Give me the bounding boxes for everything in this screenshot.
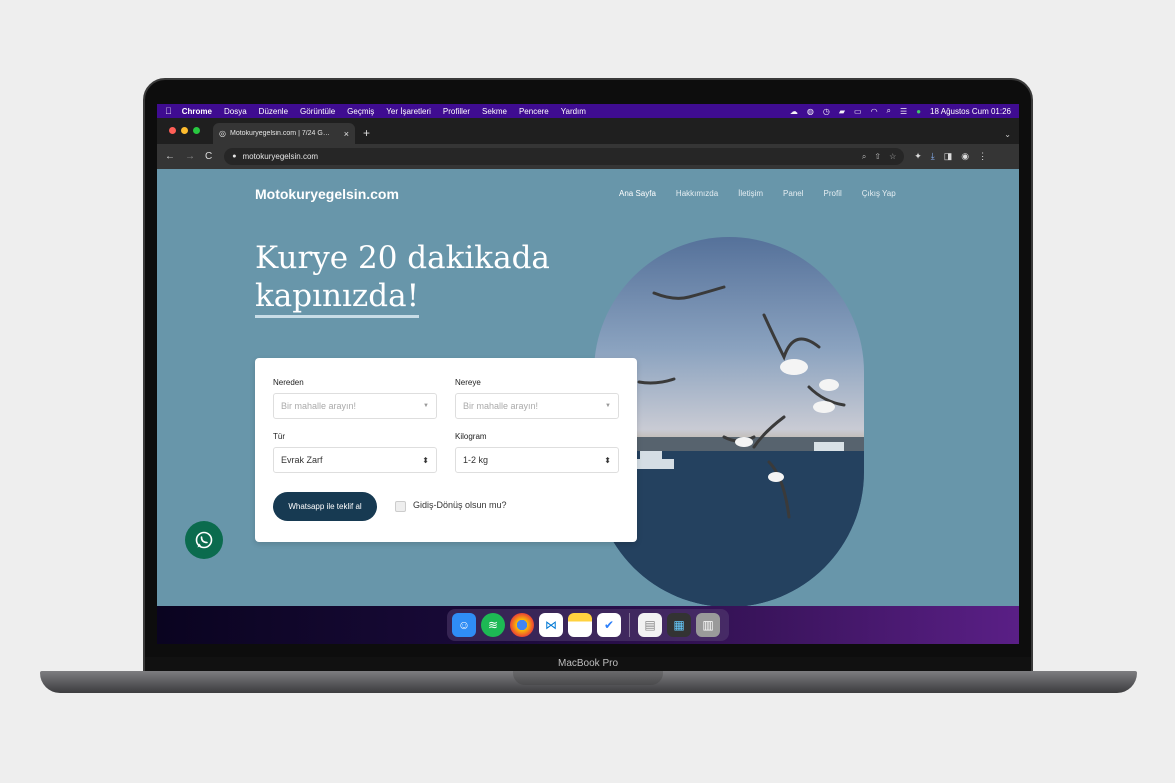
hero-heading: Kurye 20 dakikada kapınızda! — [255, 239, 550, 318]
reload-icon[interactable]: C — [205, 151, 212, 162]
vscode-icon[interactable]: ⋈ — [539, 613, 563, 637]
hero-line-2: kapınızda! — [255, 277, 420, 318]
menu-gecmis[interactable]: Geçmiş — [347, 107, 374, 116]
notes-icon[interactable] — [568, 613, 592, 637]
desktop-area: ☺ ≋ ⋈ ✔ ▤ ▦ ▥ — [157, 606, 1019, 644]
chrome-icon[interactable] — [510, 613, 534, 637]
site-nav: Ana Sayfa Hakkımızda İletişim Panel Prof… — [619, 189, 896, 198]
back-icon[interactable]: ← — [165, 151, 175, 162]
tasks-check-icon[interactable]: ✔ — [597, 613, 621, 637]
laptop-label: MacBook Pro — [557, 658, 619, 669]
menu-yardim[interactable]: Yardım — [561, 107, 586, 116]
menu-duzenle[interactable]: Düzenle — [259, 107, 288, 116]
close-tab-icon[interactable]: × — [344, 129, 349, 139]
window-controls — [169, 127, 200, 134]
nav-cikis-yap[interactable]: Çıkış Yap — [862, 189, 896, 198]
browser-toolbar: ← → C ● motokuryegelsin.com ⌕ ⇧ ☆ ✦ ⤓ ◨ … — [157, 144, 1019, 169]
screen:  Chrome Dosya Düzenle Görüntüle Geçmiş … — [157, 104, 1019, 644]
document-icon[interactable]: ▤ — [638, 613, 662, 637]
menu-chrome[interactable]: Chrome — [182, 107, 212, 116]
to-select[interactable]: Bir mahalle arayın! ▼ — [455, 393, 619, 419]
whatsapp-icon — [195, 531, 213, 549]
nav-panel[interactable]: Panel — [783, 189, 803, 198]
from-placeholder: Bir mahalle arayın! — [281, 401, 357, 411]
weight-label: Kilogram — [455, 432, 487, 441]
nav-iletisim[interactable]: İletişim — [738, 189, 763, 198]
roundtrip-checkbox[interactable] — [395, 501, 406, 512]
hero-line-1: Kurye 20 dakikada — [255, 240, 550, 276]
chevron-down-icon: ▼ — [605, 403, 611, 409]
nav-hakkimizda[interactable]: Hakkımızda — [676, 189, 718, 198]
share-icon[interactable]: ⇧ — [874, 152, 881, 162]
type-select[interactable]: Evrak Zarf ⬍ — [273, 447, 437, 473]
type-value: Evrak Zarf — [281, 455, 323, 465]
browser-tabstrip: ◎ Motokuryegelsin.com | 7/24 G… × + ⌄ — [157, 118, 1019, 144]
lock-icon[interactable]: ● — [232, 153, 236, 160]
spotify-icon[interactable]: ≋ — [481, 613, 505, 637]
menubar-datetime[interactable]: 18 Ağustos Cum 01:26 — [930, 107, 1011, 116]
browser-tab[interactable]: ◎ Motokuryegelsin.com | 7/24 G… × — [213, 123, 355, 144]
favicon-icon: ◎ — [219, 129, 226, 138]
site-brand[interactable]: Motokuryegelsin.com — [255, 186, 399, 202]
menu-profiller[interactable]: Profiller — [443, 107, 470, 116]
cloud-icon[interactable]: ☁ — [790, 107, 798, 116]
from-label: Nereden — [273, 378, 304, 387]
bookmark-star-icon[interactable]: ☆ — [889, 152, 896, 162]
side-panel-icon[interactable]: ◨ — [944, 151, 953, 162]
creative-cloud-icon[interactable]: ◍ — [807, 107, 814, 116]
menu-dosya[interactable]: Dosya — [224, 107, 247, 116]
dock-separator — [629, 613, 630, 637]
nav-profil[interactable]: Profil — [824, 189, 842, 198]
close-window-button[interactable] — [169, 127, 176, 134]
download-icon[interactable]: ⤓ — [931, 151, 935, 162]
battery-icon[interactable]: ▭ — [854, 107, 862, 116]
chevron-down-icon: ▼ — [423, 403, 429, 409]
nav-ana-sayfa[interactable]: Ana Sayfa — [619, 189, 656, 198]
forward-icon[interactable]: → — [185, 151, 195, 162]
type-label: Tür — [273, 432, 285, 441]
updown-arrows-icon: ⬍ — [604, 455, 611, 465]
finder-icon[interactable]: ☺ — [452, 613, 476, 637]
spotlight-search-icon[interactable]: ⌕ — [887, 106, 891, 116]
tab-title: Motokuryegelsin.com | 7/24 G… — [229, 130, 330, 137]
profile-avatar-icon[interactable]: ◉ — [961, 151, 969, 162]
roundtrip-label[interactable]: Gidiş-Dönüş olsun mu? — [413, 500, 507, 510]
menu-goruntule[interactable]: Görüntüle — [300, 107, 335, 116]
siri-icon[interactable]: ● — [916, 107, 921, 116]
weight-select[interactable]: 1-2 kg ⬍ — [455, 447, 619, 473]
whatsapp-float-button[interactable] — [185, 521, 223, 559]
zoom-window-button[interactable] — [193, 127, 200, 134]
address-bar[interactable]: ● motokuryegelsin.com ⌕ ⇧ ☆ — [224, 148, 905, 165]
menu-pencere[interactable]: Pencere — [519, 107, 549, 116]
trash-icon[interactable]: ▥ — [696, 613, 720, 637]
time-machine-icon[interactable]: ◷ — [823, 107, 830, 116]
quote-form: Nereden Bir mahalle arayın! ▼ Nereye Bir… — [255, 358, 637, 542]
whatsapp-quote-button[interactable]: Whatsapp ile teklif al — [273, 492, 377, 521]
weight-value: 1-2 kg — [463, 455, 489, 465]
control-center-icon[interactable]: ☰ — [900, 107, 907, 116]
minimize-window-button[interactable] — [181, 127, 188, 134]
zoom-icon[interactable]: ⌕ — [862, 152, 866, 162]
wifi-icon[interactable]: ◠ — [871, 107, 878, 116]
car-icon[interactable]: ▰ — [839, 107, 845, 116]
web-page: Motokuryegelsin.com Ana Sayfa Hakkımızda… — [157, 169, 1019, 606]
macos-menubar:  Chrome Dosya Düzenle Görüntüle Geçmiş … — [157, 104, 1019, 118]
extensions-icon[interactable]: ✦ — [914, 151, 922, 162]
from-select[interactable]: Bir mahalle arayın! ▼ — [273, 393, 437, 419]
laptop-notch — [513, 671, 663, 685]
tab-search-icon[interactable]: ⌄ — [1004, 130, 1011, 139]
to-label: Nereye — [455, 378, 481, 387]
updown-arrows-icon: ⬍ — [422, 455, 429, 465]
menu-yer-isaretleri[interactable]: Yer İşaretleri — [386, 107, 431, 116]
url-text[interactable]: motokuryegelsin.com — [242, 152, 861, 161]
to-placeholder: Bir mahalle arayın! — [463, 401, 539, 411]
menu-sekme[interactable]: Sekme — [482, 107, 507, 116]
apple-icon[interactable]:  — [165, 106, 172, 116]
more-menu-icon[interactable]: ⋮ — [978, 151, 987, 162]
macos-dock: ☺ ≋ ⋈ ✔ ▤ ▦ ▥ — [447, 609, 729, 641]
screenshot-preview-icon[interactable]: ▦ — [667, 613, 691, 637]
new-tab-icon[interactable]: + — [363, 127, 370, 139]
laptop-chin: MacBook Pro — [145, 657, 1031, 671]
